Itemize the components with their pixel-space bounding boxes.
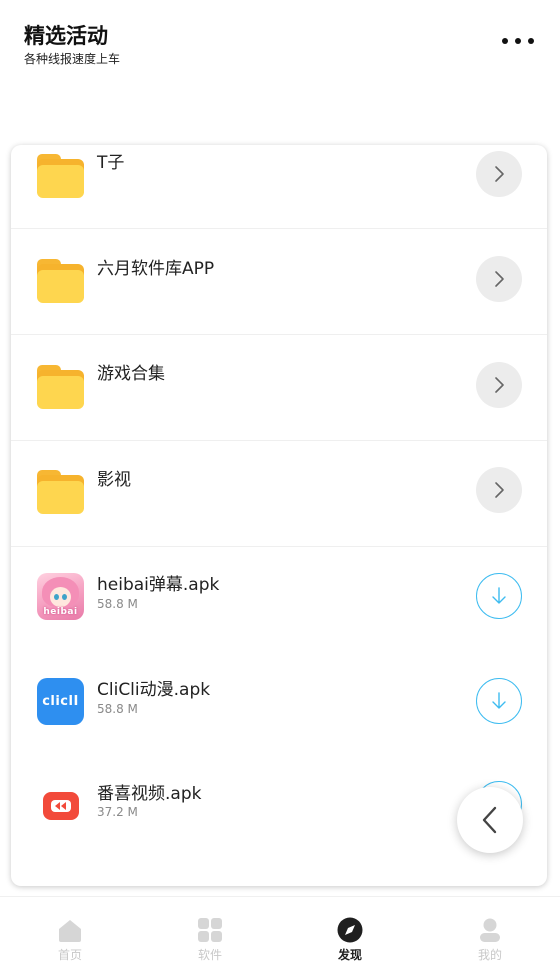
folder-row-liuyue[interactable]: 六月软件库APP [11, 229, 547, 335]
folder-row-games[interactable]: 游戏合集 [11, 335, 547, 441]
floating-back-button[interactable] [457, 787, 523, 853]
page-header: 精选活动 各种线报速度上车 [0, 0, 560, 80]
download-button[interactable] [476, 573, 522, 619]
file-row-heibai[interactable]: heibai heibai弹幕.apk 58.8 M [11, 547, 547, 652]
file-row-clicli[interactable]: cliclI CliCli动漫.apk 58.8 M [11, 652, 547, 757]
file-name: heibai弹幕.apk [97, 575, 220, 595]
folder-icon [37, 470, 84, 515]
download-button[interactable] [476, 678, 522, 724]
folder-icon [37, 154, 84, 199]
chevron-right-icon [495, 482, 504, 498]
tab-home[interactable]: 首页 [0, 897, 140, 975]
dot [502, 38, 508, 44]
bottom-tab-bar: 首页 软件 发现 我的 [0, 896, 560, 975]
folder-row-movies[interactable]: 影视 [11, 441, 547, 547]
chevron-right-icon [495, 271, 504, 287]
folder-icon [37, 259, 84, 304]
download-arrow-icon [492, 587, 506, 604]
heibai-app-icon: heibai [37, 573, 84, 620]
page-title: 精选活动 [24, 24, 108, 48]
file-name: 番喜视频.apk [97, 784, 202, 804]
apps-grid-icon [198, 918, 222, 942]
open-folder-button[interactable] [476, 467, 522, 513]
file-list-card: T子 六月软件库APP 游戏合集 影视 heibai heibai弹幕.apk … [11, 145, 547, 886]
chevron-left-icon [482, 806, 497, 834]
more-options-button[interactable] [498, 30, 538, 52]
chevron-right-icon [495, 166, 504, 182]
folder-name: T子 [97, 153, 125, 173]
compass-icon [337, 917, 363, 943]
file-size: 37.2 M [97, 805, 138, 819]
open-folder-button[interactable] [476, 151, 522, 197]
clicli-app-icon: cliclI [37, 678, 84, 725]
chevron-right-icon [495, 377, 504, 393]
page-subtitle: 各种线报速度上车 [24, 52, 121, 66]
folder-name: 六月软件库APP [97, 259, 215, 279]
fanxi-app-icon [37, 782, 84, 829]
status-bar-remnant [440, 0, 510, 4]
open-folder-button[interactable] [476, 256, 522, 302]
tab-mine[interactable]: 我的 [420, 897, 560, 975]
folder-name: 影视 [97, 470, 131, 490]
open-folder-button[interactable] [476, 362, 522, 408]
folder-name: 游戏合集 [97, 364, 165, 384]
tab-software[interactable]: 软件 [140, 897, 280, 975]
profile-icon [480, 918, 500, 942]
folder-icon [37, 365, 84, 410]
file-size: 58.8 M [97, 702, 138, 716]
tab-discover[interactable]: 发现 [280, 897, 420, 975]
dot [515, 38, 521, 44]
download-arrow-icon [492, 692, 506, 709]
file-size: 58.8 M [97, 597, 138, 611]
home-icon [59, 920, 81, 942]
folder-row-t-zi[interactable]: T子 [11, 145, 547, 229]
dot [528, 38, 534, 44]
file-name: CliCli动漫.apk [97, 680, 211, 700]
